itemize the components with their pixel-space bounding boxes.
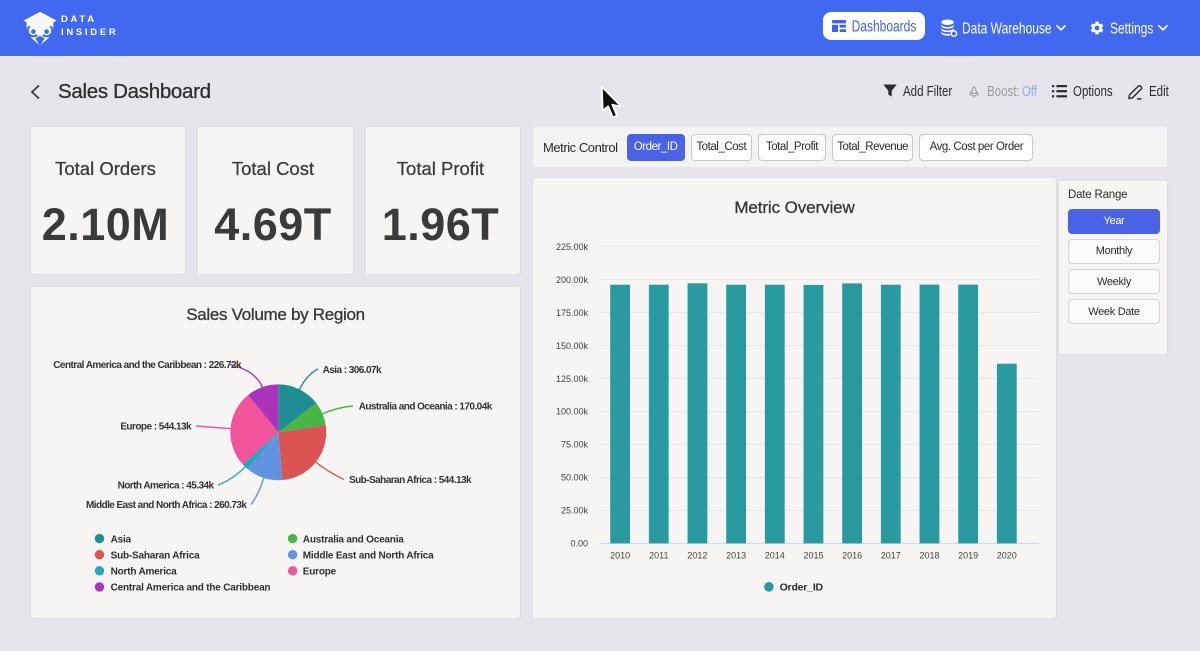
- svg-text:2016: 2016: [842, 551, 862, 561]
- svg-text:150.00k: 150.00k: [556, 341, 589, 351]
- svg-text:100.00k: 100.00k: [556, 407, 589, 417]
- svg-text:Order_ID: Order_ID: [780, 582, 824, 594]
- svg-text:2020: 2020: [997, 551, 1017, 561]
- svg-text:2012: 2012: [687, 551, 707, 561]
- svg-text:Middle East and North Africa: Middle East and North Africa: [303, 551, 434, 562]
- svg-text:Australia and Oceania: Australia and Oceania: [303, 534, 404, 545]
- svg-text:Europe : 544.13k: Europe : 544.13k: [120, 422, 192, 433]
- svg-text:2015: 2015: [803, 551, 823, 561]
- svg-text:2017: 2017: [881, 551, 901, 561]
- svg-text:200.00k: 200.00k: [556, 275, 589, 285]
- svg-text:2018: 2018: [919, 551, 939, 561]
- svg-text:2019: 2019: [958, 551, 978, 561]
- svg-text:Sub-Saharan Africa: Sub-Saharan Africa: [111, 551, 200, 562]
- svg-text:2014: 2014: [765, 551, 785, 561]
- svg-text:Sub-Saharan Africa : 544.13k: Sub-Saharan Africa : 544.13k: [349, 475, 472, 486]
- svg-text:50.00k: 50.00k: [561, 473, 589, 483]
- svg-text:Europe: Europe: [303, 567, 337, 578]
- svg-text:Central America and the Caribb: Central America and the Caribbean : 226.…: [53, 360, 242, 371]
- svg-text:Central America and the Caribb: Central America and the Caribbean: [111, 583, 271, 594]
- svg-text:2010: 2010: [610, 551, 630, 561]
- svg-text:Asia: Asia: [111, 534, 132, 545]
- svg-text:0.00: 0.00: [570, 539, 588, 549]
- svg-text:North America : 45.34k: North America : 45.34k: [118, 481, 215, 492]
- svg-text:175.00k: 175.00k: [556, 308, 589, 318]
- svg-text:25.00k: 25.00k: [561, 506, 589, 516]
- svg-text:125.00k: 125.00k: [556, 374, 589, 384]
- svg-text:2013: 2013: [726, 551, 746, 561]
- svg-text:North America: North America: [111, 567, 178, 578]
- svg-text:Asia : 306.07k: Asia : 306.07k: [323, 365, 382, 376]
- svg-text:Middle East and North Africa :: Middle East and North Africa : 260.73k: [86, 500, 247, 511]
- svg-text:Australia and Oceania : 170.04: Australia and Oceania : 170.04k: [359, 402, 493, 413]
- svg-text:75.00k: 75.00k: [561, 440, 589, 450]
- svg-text:2011: 2011: [649, 551, 668, 561]
- svg-text:225.00k: 225.00k: [556, 242, 589, 252]
